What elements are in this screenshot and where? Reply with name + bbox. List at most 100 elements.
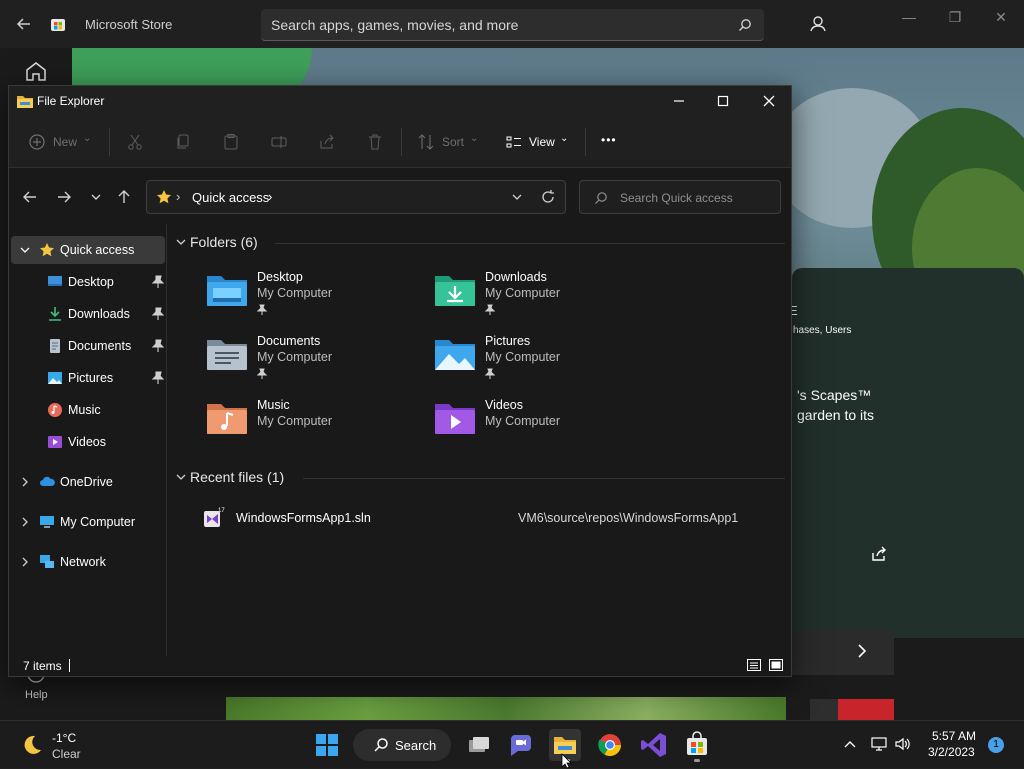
- back-arrow-icon[interactable]: [20, 187, 40, 207]
- folder-location: My Computer: [257, 414, 333, 428]
- folder-tile-videos[interactable]: Videos My Computer: [433, 396, 653, 452]
- sidebar-item-quick-access[interactable]: Quick access: [11, 236, 165, 264]
- teams-chat-icon[interactable]: [505, 729, 537, 761]
- folder-tile-documents[interactable]: Documents My Computer: [205, 332, 425, 388]
- sidebar-item-label: My Computer: [60, 515, 136, 529]
- notification-badge[interactable]: 1: [988, 737, 1004, 753]
- chevron-down-icon[interactable]: [20, 244, 30, 256]
- home-icon[interactable]: [24, 60, 48, 82]
- sidebar-item-videos[interactable]: Videos: [11, 428, 165, 456]
- refresh-icon[interactable]: [540, 189, 556, 205]
- file-explorer-window: File Explorer New ⌄ Sort ⌄ View ⌄ ••• › …: [8, 85, 792, 677]
- sidebar-item-desktop[interactable]: Desktop: [11, 268, 165, 296]
- weather-temperature[interactable]: -1°C: [52, 731, 76, 745]
- star-icon: [40, 243, 54, 257]
- explorer-titlebar[interactable]: File Explorer: [9, 86, 791, 116]
- explorer-command-bar: New ⌄ Sort ⌄ View ⌄ •••: [9, 116, 791, 168]
- store-search-placeholder: Search apps, games, movies, and more: [271, 17, 519, 33]
- restore-icon[interactable]: ❐: [945, 8, 965, 28]
- breadcrumb-quick-access[interactable]: Quick access: [192, 190, 269, 205]
- view-button[interactable]: View ⌄: [505, 133, 573, 151]
- folders-section-header[interactable]: Folders (6): [190, 234, 258, 250]
- task-view-button[interactable]: [463, 729, 495, 761]
- copy-icon[interactable]: [174, 133, 192, 151]
- search-icon[interactable]: [738, 18, 752, 32]
- paste-icon[interactable]: [222, 133, 240, 151]
- rename-icon[interactable]: [270, 133, 288, 151]
- volume-icon[interactable]: [894, 735, 912, 753]
- delete-icon[interactable]: [366, 133, 384, 151]
- cut-icon[interactable]: [126, 133, 144, 151]
- sidebar-item-documents[interactable]: Documents: [11, 332, 165, 360]
- recent-file-row[interactable]: 17 WindowsFormsApp1.sln VM6\source\repos…: [203, 506, 763, 530]
- chevron-right-icon[interactable]: [20, 516, 30, 528]
- chevron-up-icon[interactable]: [843, 737, 857, 751]
- store-search-input[interactable]: Search apps, games, movies, and more: [261, 9, 764, 41]
- chrome-icon[interactable]: [594, 729, 626, 761]
- chevron-right-icon[interactable]: [20, 476, 30, 488]
- close-icon[interactable]: [758, 90, 780, 112]
- chevron-down-icon[interactable]: [175, 473, 187, 483]
- clock-date[interactable]: 3/2/2023: [928, 745, 975, 759]
- large-icons-view-icon[interactable]: [768, 657, 784, 673]
- folder-location: My Computer: [257, 286, 333, 300]
- desktop-folder-icon: [207, 276, 247, 306]
- details-view-icon[interactable]: [746, 657, 762, 673]
- sidebar-item-my-computer[interactable]: My Computer: [11, 508, 165, 536]
- microsoft-store-taskbar-icon[interactable]: [681, 729, 713, 761]
- chevron-right-icon[interactable]: [855, 642, 869, 660]
- store-thumbnail-dark[interactable]: [810, 699, 838, 720]
- weather-condition[interactable]: Clear: [52, 747, 81, 761]
- help-label[interactable]: Help: [25, 689, 48, 701]
- pictures-folder-icon: [435, 340, 475, 370]
- cloud-icon: [40, 476, 55, 486]
- folder-tile-downloads[interactable]: Downloads My Computer: [433, 268, 653, 324]
- address-history-chevron-icon[interactable]: [510, 189, 524, 205]
- computer-icon: [40, 516, 54, 528]
- minimize-icon[interactable]: [668, 90, 690, 112]
- back-arrow-icon[interactable]: [14, 14, 34, 34]
- explorer-search-input[interactable]: Search Quick access: [579, 180, 781, 214]
- sidebar-item-network[interactable]: Network: [11, 548, 165, 576]
- folder-location: My Computer: [485, 414, 561, 428]
- network-icon[interactable]: [870, 735, 888, 753]
- visual-studio-icon[interactable]: [638, 729, 670, 761]
- chevron-right-icon[interactable]: [20, 556, 30, 568]
- new-button[interactable]: New ⌄: [28, 133, 94, 151]
- share-icon[interactable]: [870, 545, 888, 563]
- section-divider: [303, 478, 785, 479]
- up-arrow-icon[interactable]: [114, 187, 134, 207]
- more-options-icon[interactable]: •••: [601, 133, 625, 151]
- navigation-pane: Quick access Desktop Downloads Documents…: [9, 224, 167, 656]
- moon-icon[interactable]: [20, 733, 44, 757]
- minimize-icon[interactable]: —: [899, 8, 919, 28]
- breadcrumb-chevron-icon[interactable]: ›: [268, 189, 272, 204]
- sidebar-item-music[interactable]: Music: [11, 396, 165, 424]
- sidebar-item-pictures[interactable]: Pictures: [11, 364, 165, 392]
- store-thumbnail-red[interactable]: [838, 699, 894, 720]
- folder-tile-music[interactable]: Music My Computer: [205, 396, 425, 452]
- share-icon[interactable]: [318, 133, 336, 151]
- forward-arrow-icon[interactable]: [54, 187, 74, 207]
- address-bar[interactable]: › Quick access ›: [146, 180, 566, 214]
- folder-tile-pictures[interactable]: Pictures My Computer: [433, 332, 653, 388]
- sidebar-item-label: Pictures: [68, 371, 114, 385]
- account-icon[interactable]: [802, 10, 834, 40]
- sidebar-item-downloads[interactable]: Downloads: [11, 300, 165, 328]
- folder-tile-desktop[interactable]: Desktop My Computer: [205, 268, 425, 324]
- chevron-down-icon: ⌄: [560, 133, 569, 144]
- start-button[interactable]: [311, 729, 343, 761]
- folder-location: My Computer: [485, 286, 561, 300]
- chevron-down-icon[interactable]: [175, 238, 187, 248]
- close-icon[interactable]: ✕: [991, 8, 1011, 28]
- sidebar-item-onedrive[interactable]: OneDrive: [11, 468, 165, 496]
- downloads-folder-icon: [435, 276, 475, 306]
- maximize-icon[interactable]: [712, 90, 734, 112]
- store-thumbnail-strip[interactable]: [226, 697, 786, 720]
- recent-locations-chevron-icon[interactable]: [86, 187, 106, 207]
- sort-button[interactable]: Sort ⌄: [417, 133, 479, 151]
- recent-files-section-header[interactable]: Recent files (1): [190, 469, 284, 485]
- taskbar-search-button[interactable]: Search: [353, 729, 451, 761]
- store-app-title: Microsoft Store: [85, 17, 173, 32]
- clock-time[interactable]: 5:57 AM: [932, 729, 976, 743]
